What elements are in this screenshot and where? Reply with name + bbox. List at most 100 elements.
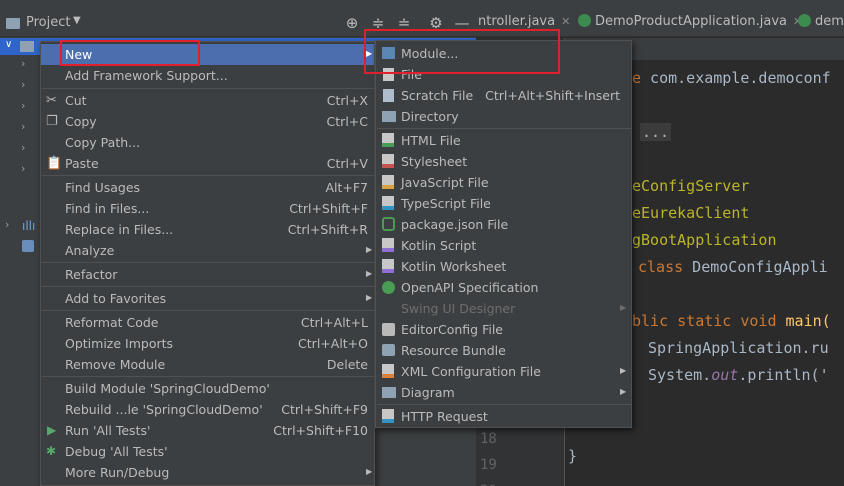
new-submenu: Module... File Scratch File Ctrl+Alt+Shif… xyxy=(375,40,632,428)
menu-item-replace-in-files[interactable]: Replace in Files... Ctrl+Shift+R xyxy=(41,219,374,240)
line-number: 19 xyxy=(480,457,497,473)
menu-item-package-json-file[interactable]: package.json File xyxy=(376,214,631,235)
menu-item-rebuild-module[interactable]: Rebuild ...le 'SpringCloudDemo' Ctrl+Shif… xyxy=(41,399,374,420)
spring-class-icon xyxy=(798,14,811,27)
tab-controller[interactable]: ntroller.java ✕ xyxy=(478,14,570,29)
code-line[interactable]: class DemoConfigAppli xyxy=(638,258,828,276)
js-file-icon xyxy=(382,175,394,189)
module-icon xyxy=(382,47,395,59)
close-icon[interactable]: ✕ xyxy=(561,15,570,28)
menu-item-analyze[interactable]: Analyze ▶ xyxy=(41,240,374,261)
expand-arrow-icon[interactable]: › xyxy=(21,78,25,91)
menu-item-xml-configuration-file[interactable]: XML Configuration File ▶ xyxy=(376,361,631,382)
menu-item-kotlin-script[interactable]: Kotlin Script xyxy=(376,235,631,256)
clipboard-icon: 📋 xyxy=(46,156,63,171)
menu-item-module[interactable]: Module... xyxy=(376,43,631,64)
code-line[interactable]: eConfigServer xyxy=(632,177,749,195)
menu-item-debug-all-tests[interactable]: ✱ Debug 'All Tests' xyxy=(41,441,374,462)
collapse-all-icon[interactable]: ≐ xyxy=(394,13,414,33)
scissors-icon: ✂ xyxy=(46,93,57,108)
menu-separator xyxy=(42,88,375,89)
menu-item-run-all-tests[interactable]: ▶ Run 'All Tests' Ctrl+Shift+F10 xyxy=(41,420,374,441)
spring-class-icon xyxy=(578,14,591,27)
menu-item-javascript-file[interactable]: JavaScript File xyxy=(376,172,631,193)
scratches-icon xyxy=(22,240,34,252)
menu-item-reformat-code[interactable]: Reformat Code Ctrl+Alt+L xyxy=(41,312,374,333)
menu-item-find-usages[interactable]: Find Usages Alt+F7 xyxy=(41,177,374,198)
debug-icon: ✱ xyxy=(46,444,57,458)
menu-item-build-module[interactable]: Build Module 'SpringCloudDemo' xyxy=(41,378,374,399)
context-menu: New ▶ Add Framework Support... ✂ Cut Ctrl+X… xyxy=(40,41,375,486)
menu-separator xyxy=(42,310,375,311)
folded-imports[interactable]: ... xyxy=(640,123,672,141)
expand-all-icon[interactable]: ≑ xyxy=(368,13,388,33)
scratch-file-icon xyxy=(383,89,394,102)
code-line[interactable]: e com.example.democonf xyxy=(632,69,831,87)
menu-separator xyxy=(42,262,375,263)
project-title[interactable]: Project xyxy=(26,15,70,30)
kotlin-worksheet-icon xyxy=(382,259,394,273)
menu-item-add-to-favorites[interactable]: Add to Favorites ▶ xyxy=(41,288,374,309)
menu-item-diagram[interactable]: Diagram ▶ xyxy=(376,382,631,403)
menu-item-refactor[interactable]: Refactor ▶ xyxy=(41,264,374,285)
menu-item-typescript-file[interactable]: TypeScript File xyxy=(376,193,631,214)
code-line[interactable]: eEurekaClient xyxy=(632,204,749,222)
code-line[interactable]: } xyxy=(568,447,577,465)
menu-item-stylesheet[interactable]: Stylesheet xyxy=(376,151,631,172)
menu-item-more-run-debug[interactable]: More Run/Debug ▶ xyxy=(41,462,374,483)
code-line[interactable]: SpringApplication.ru xyxy=(648,339,829,357)
menu-item-editorconfig-file[interactable]: EditorConfig File xyxy=(376,319,631,340)
submenu-arrow-icon: ▶ xyxy=(620,303,627,312)
menu-item-html-file[interactable]: HTML File xyxy=(376,130,631,151)
minimize-icon[interactable]: — xyxy=(452,13,472,33)
expand-arrow-icon[interactable]: › xyxy=(21,99,25,112)
submenu-arrow-icon: ▶ xyxy=(366,245,373,254)
menu-item-cut[interactable]: ✂ Cut Ctrl+X xyxy=(41,90,374,111)
expand-arrow-icon[interactable]: › xyxy=(21,141,25,154)
resource-bundle-icon xyxy=(382,344,395,356)
menu-item-scratch-file[interactable]: Scratch File Ctrl+Alt+Shift+Insert xyxy=(376,85,631,106)
menu-item-remove-module[interactable]: Remove Module Delete xyxy=(41,354,374,375)
menu-item-copy-path[interactable]: Copy Path... xyxy=(41,132,374,153)
locate-icon[interactable]: ⊕ xyxy=(342,13,362,33)
css-file-icon xyxy=(382,154,394,168)
menu-separator xyxy=(42,376,375,377)
submenu-arrow-icon: ▶ xyxy=(620,387,627,396)
code-line[interactable]: blic static void main( xyxy=(632,312,831,330)
libraries-icon: ıllı xyxy=(22,219,36,233)
menu-item-openapi-specification[interactable]: OpenAPI Specification xyxy=(376,277,631,298)
http-request-icon xyxy=(382,409,394,423)
menu-separator xyxy=(377,128,632,129)
code-line[interactable]: System.out.println(' xyxy=(648,366,829,384)
module-folder-icon xyxy=(20,41,34,52)
menu-item-find-in-files[interactable]: Find in Files... Ctrl+Shift+F xyxy=(41,198,374,219)
menu-item-copy[interactable]: ❐ Copy Ctrl+C xyxy=(41,111,374,132)
file-icon xyxy=(383,68,394,81)
menu-item-kotlin-worksheet[interactable]: Kotlin Worksheet xyxy=(376,256,631,277)
menu-item-swing-ui-designer[interactable]: Swing UI Designer ▶ xyxy=(376,298,631,319)
menu-item-http-request[interactable]: HTTP Request xyxy=(376,406,631,427)
openapi-icon xyxy=(382,281,395,294)
expand-arrow-icon[interactable]: › xyxy=(5,218,9,231)
menu-separator xyxy=(42,286,375,287)
tab-demo-product-application[interactable]: DemoProductApplication.java✕ xyxy=(578,14,802,29)
ts-file-icon xyxy=(382,196,394,210)
code-line[interactable]: gBootApplication xyxy=(632,231,777,249)
menu-item-resource-bundle[interactable]: Resource Bundle xyxy=(376,340,631,361)
menu-item-add-framework-support[interactable]: Add Framework Support... xyxy=(41,65,374,86)
menu-item-directory[interactable]: Directory xyxy=(376,106,631,127)
run-icon: ▶ xyxy=(47,423,57,437)
chevron-down-icon[interactable]: ▼ xyxy=(73,15,81,26)
editorconfig-icon xyxy=(382,323,395,336)
chevron-down-icon[interactable]: ∨ xyxy=(5,39,12,50)
menu-item-new[interactable]: New ▶ xyxy=(41,44,374,65)
menu-item-optimize-imports[interactable]: Optimize Imports Ctrl+Alt+O xyxy=(41,333,374,354)
tab-dem[interactable]: dem xyxy=(798,14,844,29)
menu-item-file[interactable]: File xyxy=(376,64,631,85)
expand-arrow-icon[interactable]: › xyxy=(21,162,25,175)
menu-separator xyxy=(377,404,632,405)
gear-icon[interactable]: ⚙ xyxy=(426,13,446,33)
expand-arrow-icon[interactable]: › xyxy=(21,120,25,133)
menu-item-paste[interactable]: 📋 Paste Ctrl+V xyxy=(41,153,374,174)
expand-arrow-icon[interactable]: › xyxy=(21,57,25,70)
